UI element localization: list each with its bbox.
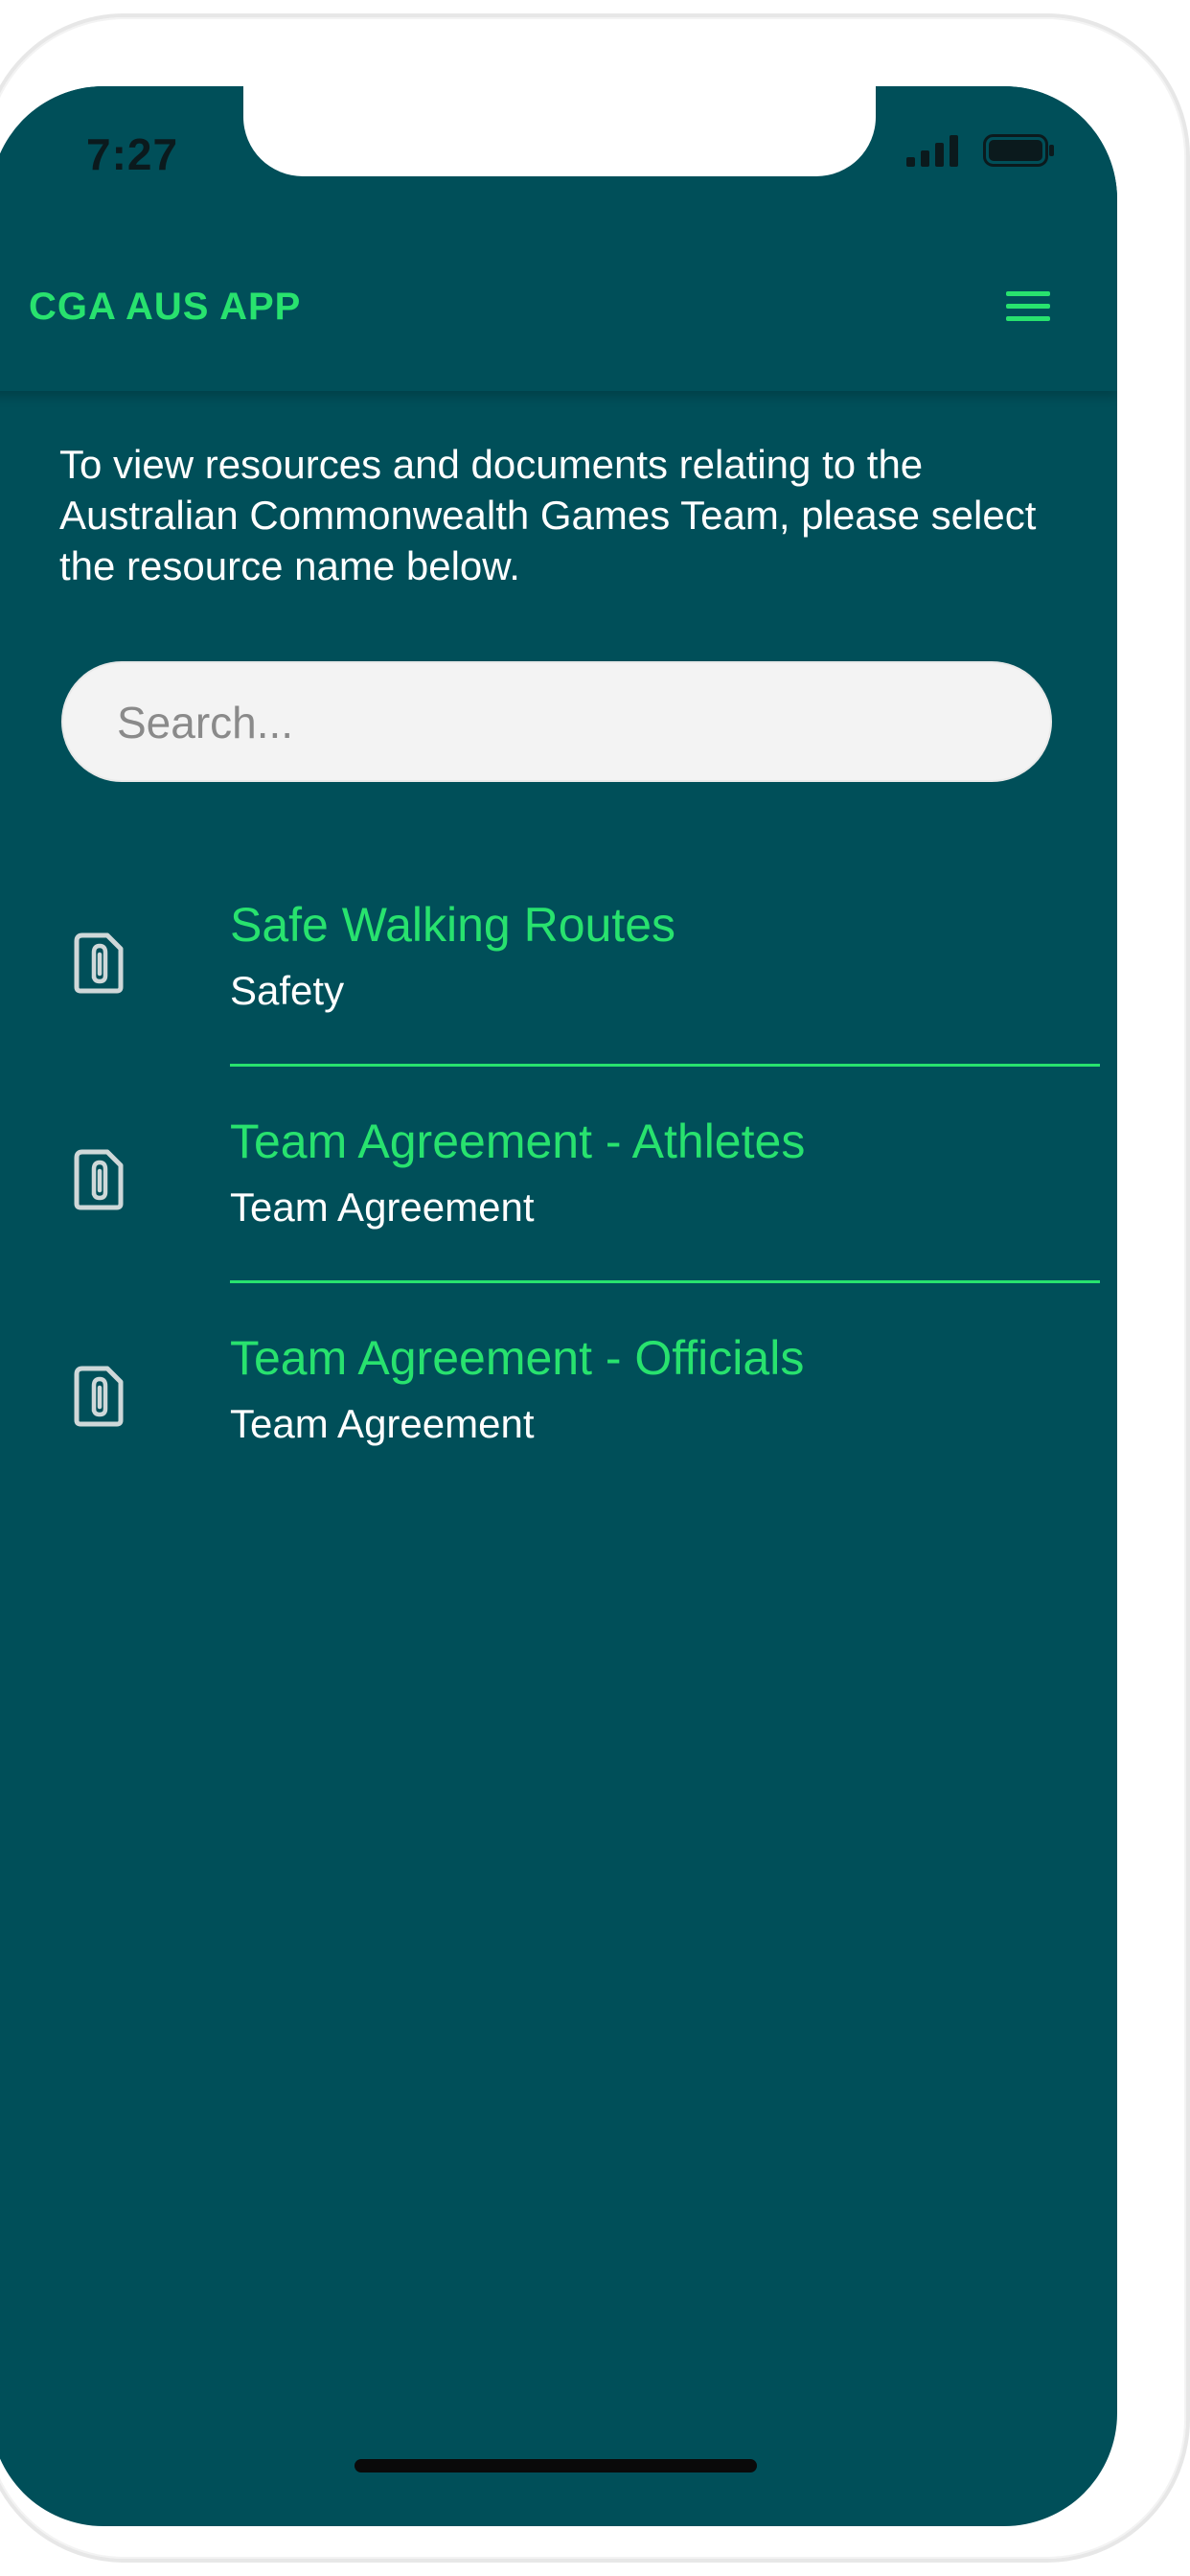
search-input[interactable]	[115, 663, 1019, 782]
resource-title[interactable]: Safe Walking Routes	[230, 897, 675, 953]
app-header: 7:27 CGA AUS APP	[0, 86, 1117, 391]
resource-category: Safety	[230, 968, 345, 1013]
page: 7:27 CGA AUS APP To view resources and d…	[0, 0, 1190, 2576]
resource-item-team-agreement-officials[interactable]: Team Agreement - Officials Team Agreemen…	[0, 1322, 1117, 1539]
phone-frame: 7:27 CGA AUS APP To view resources and d…	[0, 13, 1190, 2563]
app-screen: 7:27 CGA AUS APP To view resources and d…	[0, 86, 1117, 2526]
app-title: CGA AUS APP	[29, 286, 302, 328]
hamburger-menu-icon[interactable]	[1004, 288, 1052, 326]
intro-text: To view resources and documents relating…	[59, 442, 1037, 588]
cellular-signal-icon	[906, 135, 958, 167]
paperclip-document-icon	[74, 1149, 124, 1210]
search-bar[interactable]	[61, 661, 1052, 782]
status-time: 7:27	[86, 129, 179, 179]
home-indicator[interactable]	[355, 2459, 757, 2472]
resource-title[interactable]: Team Agreement - Officials	[230, 1330, 804, 1386]
resource-item-team-agreement-athletes[interactable]: Team Agreement - Athletes Team Agreement	[0, 1106, 1117, 1322]
device-notch	[243, 86, 876, 176]
list-divider	[230, 1064, 1100, 1067]
resource-category: Team Agreement	[230, 1184, 535, 1230]
resource-category: Team Agreement	[230, 1401, 535, 1446]
list-divider	[230, 1280, 1100, 1283]
battery-full-icon	[983, 134, 1054, 167]
paperclip-document-icon	[74, 932, 124, 994]
paperclip-document-icon	[74, 1366, 124, 1427]
resource-item-safe-walking-routes[interactable]: Safe Walking Routes Safety	[0, 889, 1117, 1106]
resource-title[interactable]: Team Agreement - Athletes	[230, 1114, 805, 1169]
resource-list: Safe Walking Routes Safety Team Agreemen…	[0, 889, 1117, 1539]
